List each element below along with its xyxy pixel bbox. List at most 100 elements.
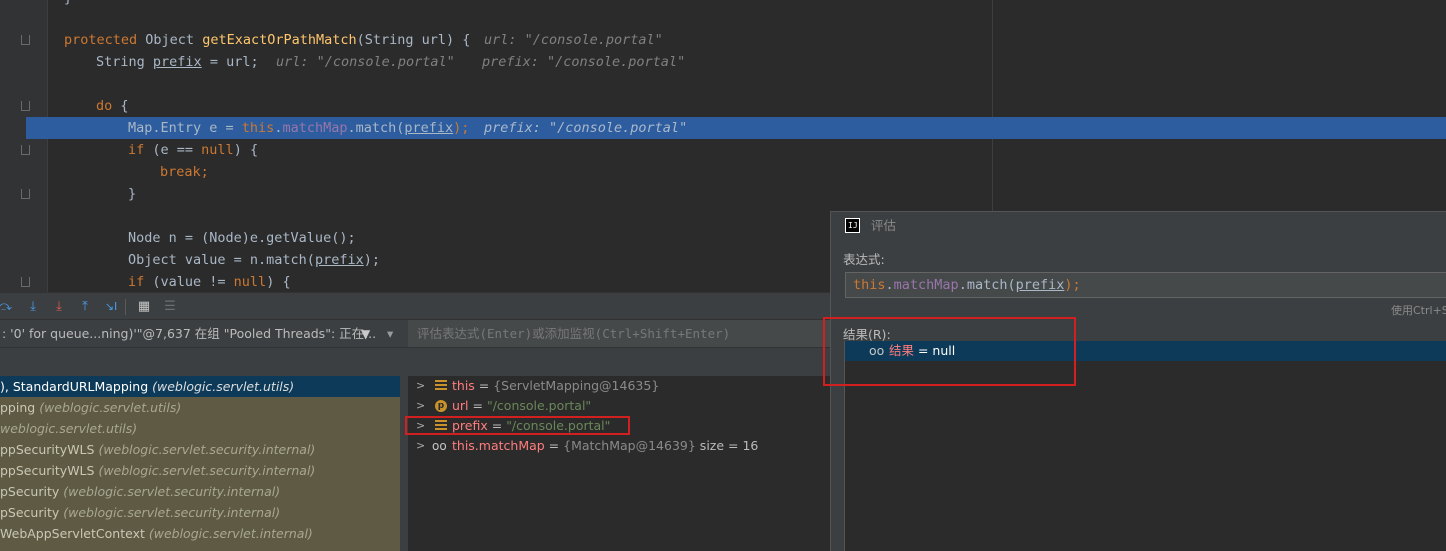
step-out-icon[interactable]: ⤒	[76, 298, 94, 316]
keyword: null	[201, 142, 234, 158]
step-over-icon[interactable]: ⤼	[0, 298, 14, 316]
inline-debug-hint: url: "/console.portal"	[276, 54, 455, 70]
frames-list[interactable]: ), StandardURLMapping (weblogic.servlet.…	[0, 376, 408, 551]
thread-selector[interactable]: : '0' for queue...ning)'"@7,637 在组 "Pool…	[0, 320, 408, 348]
variable-size: size = 16	[695, 438, 759, 453]
chevron-down-icon[interactable]: ▾	[387, 320, 393, 347]
frame-item[interactable]: WebAppServletContext (weblogic.servlet.i…	[0, 523, 400, 544]
frame-item[interactable]: ppSecurityWLS (weblogic.servlet.security…	[0, 439, 400, 460]
code-line-close[interactable]: }	[48, 183, 1446, 205]
dialog-title-bar[interactable]: IJ 评估	[831, 212, 1446, 240]
filter-icon[interactable]: ▼	[361, 320, 370, 347]
field-icon	[435, 380, 447, 392]
variable-name: this.matchMap	[452, 438, 545, 453]
frame-package: (weblogic.servlet.security.internal)	[63, 505, 281, 520]
code-text: );	[1064, 277, 1081, 293]
current-execution-line[interactable]: Map.Entry e = this.matchMap.match(prefix…	[26, 117, 1446, 139]
variable-value: {ServletMapping@14635}	[493, 378, 660, 393]
frame-package: (weblogic.servlet.security.internal)	[63, 484, 281, 499]
code-line-break[interactable]: break;	[48, 161, 1446, 183]
equals-sign: =	[474, 378, 494, 393]
force-step-into-icon[interactable]: ⤓	[50, 298, 68, 316]
code-text: Node n = (Node)e.getValue();	[128, 230, 356, 246]
watch-placeholder: 评估表达式(Enter)或添加监视(Ctrl+Shift+Enter)	[417, 326, 731, 341]
parameter-icon: p	[435, 400, 447, 412]
field-name: matchMap	[282, 120, 348, 136]
fold-marker-icon[interactable]	[21, 35, 30, 45]
frame-method: WebAppServletContext	[0, 526, 145, 541]
shortcut-hint: 使用Ctrl+S	[1391, 304, 1446, 317]
inline-debug-hint: prefix: "/console.portal"	[482, 54, 686, 70]
code-text: (value !=	[144, 274, 234, 290]
fold-marker-icon[interactable]	[21, 277, 30, 287]
variable-prefix: prefix	[404, 120, 454, 136]
highlight-box	[823, 317, 1076, 386]
code-text: ) {	[233, 142, 259, 158]
keyword: this	[853, 277, 886, 293]
code-line-do[interactable]: do {	[48, 95, 1446, 117]
chevron-right-icon[interactable]: >	[416, 396, 425, 416]
code-text: (String url) {	[356, 32, 471, 48]
variable-prefix: prefix	[152, 54, 202, 70]
code-text: {	[112, 98, 129, 114]
frame-item[interactable]: pSecurity (weblogic.servlet.security.int…	[0, 481, 400, 502]
fold-marker-icon[interactable]	[21, 101, 30, 111]
watch-glasses-icon: oo	[432, 439, 447, 453]
thread-label: : '0' for queue...ning)'"@7,637 在组 "Pool…	[2, 326, 377, 341]
intellij-logo-icon: IJ	[845, 218, 860, 233]
frame-item[interactable]: pSecurity (weblogic.servlet.security.int…	[0, 502, 400, 523]
code-text: );	[363, 252, 380, 268]
field-name: matchMap	[893, 277, 959, 293]
code-text: }	[64, 0, 72, 9]
code-line-method-signature[interactable]: protected Object getExactOrPathMatch(Str…	[48, 29, 1446, 51]
frame-method: pSecurity	[0, 505, 60, 520]
frame-package: (weblogic.servlet.internal)	[148, 526, 313, 541]
code-text: .	[885, 277, 894, 293]
debug-toolbar: ⤼ ⤓ ⤓ ⤒ ↘I ▦ ☰	[0, 292, 830, 320]
watch-expression-input[interactable]: 评估表达式(Enter)或添加监视(Ctrl+Shift+Enter)	[408, 320, 830, 348]
evaluate-expression-icon[interactable]: ▦	[135, 298, 153, 316]
dialog-title: 评估	[871, 218, 897, 233]
variable-value: {MatchMap@14639}	[563, 438, 696, 453]
frame-item[interactable]: weblogic.servlet.utils)	[0, 418, 400, 439]
variables-tree[interactable]: > this = {ServletMapping@14635} > p url …	[408, 376, 830, 551]
frame-method: ppSecurityWLS	[0, 442, 95, 457]
code-line-if[interactable]: if (e == null) {	[48, 139, 1446, 161]
variable-row[interactable]: > this = {ServletMapping@14635}	[408, 376, 830, 396]
keyword: if	[128, 274, 145, 290]
frame-method: pping	[0, 400, 36, 415]
keyword: null	[233, 274, 267, 290]
chevron-right-icon[interactable]: >	[416, 376, 425, 396]
frames-scrollbar[interactable]	[400, 376, 408, 551]
code-text: = url;	[201, 54, 259, 70]
variable-value: "/console.portal"	[486, 398, 592, 413]
code-text: Object	[137, 32, 203, 48]
trace-stream-icon[interactable]: ☰	[161, 298, 179, 316]
code-text: String	[96, 54, 153, 70]
chevron-right-icon[interactable]: >	[416, 436, 425, 456]
variable-row[interactable]: > oo this.matchMap = {MatchMap@14639} si…	[408, 436, 830, 456]
frame-package: (weblogic.servlet.utils)	[39, 400, 182, 415]
frame-item[interactable]: ppSecurityWLS (weblogic.servlet.security…	[0, 460, 400, 481]
step-into-icon[interactable]: ⤓	[24, 298, 42, 316]
keyword: if	[128, 142, 145, 158]
variable-row[interactable]: > p url = "/console.portal"	[408, 396, 830, 416]
keyword: break;	[160, 164, 209, 180]
expression-label: 表达式:	[843, 252, 885, 267]
equals-sign: =	[468, 398, 487, 413]
keyword: do	[96, 98, 113, 114]
variable-prefix: prefix	[314, 252, 364, 268]
frame-item[interactable]: ), StandardURLMapping (weblogic.servlet.…	[0, 376, 400, 397]
run-to-cursor-icon[interactable]: ↘I	[102, 298, 120, 316]
inline-debug-hint: url: "/console.portal"	[484, 32, 663, 48]
code-line-prefix-assign[interactable]: String prefix = url; url: "/console.port…	[48, 51, 1446, 73]
frame-item[interactable]: pping (weblogic.servlet.utils)	[0, 397, 400, 418]
code-text: Object value = n.match(	[128, 252, 315, 268]
code-text: .match(	[958, 277, 1016, 293]
frame-package: weblogic.servlet.utils)	[0, 421, 138, 436]
frame-method: ppSecurityWLS	[0, 463, 95, 478]
highlight-box	[405, 416, 630, 435]
expression-input[interactable]: this.matchMap.match(prefix);	[845, 272, 1446, 298]
frame-package: (weblogic.servlet.security.internal)	[98, 463, 316, 478]
code-line[interactable]: }	[48, 0, 1446, 9]
